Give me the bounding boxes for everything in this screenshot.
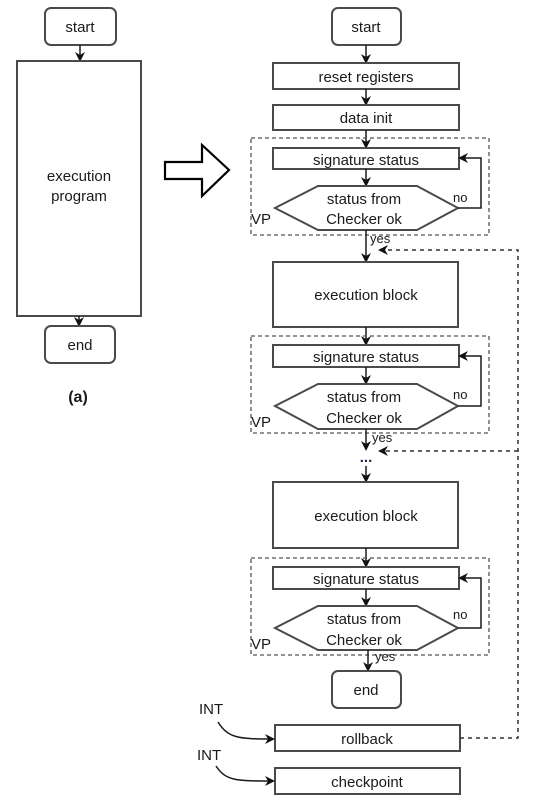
vp-group-3: signature status status from Checker ok … [250, 557, 490, 656]
decision-label-3a: status from [327, 611, 401, 628]
left-flowchart: start execution program end (a) [16, 7, 142, 406]
yes-label-1: yes [370, 231, 391, 246]
int-label-1: INT [199, 701, 223, 718]
reset-registers-label: reset registers [318, 69, 413, 86]
no-label-2: no [453, 387, 467, 402]
vp-label-1: VP [251, 211, 271, 228]
left-start-label: start [65, 19, 95, 36]
signature-status-label-2: signature status [313, 349, 419, 366]
int-label-2: INT [197, 747, 221, 764]
decision-label-2a: status from [327, 389, 401, 406]
yes-label-3: yes [375, 649, 396, 664]
int-arrow-rollback [217, 721, 275, 744]
right-end-label: end [353, 682, 378, 699]
execution-program-label-2: program [51, 188, 107, 205]
execution-program-label-1: execution [47, 168, 111, 185]
execution-block-label-1: execution block [314, 287, 418, 304]
data-init-label: data init [340, 110, 393, 127]
execution-block-label-2: execution block [314, 508, 418, 525]
checkpoint-label: checkpoint [331, 774, 404, 791]
caption-a: (a) [68, 389, 88, 406]
left-end-label: end [67, 337, 92, 354]
decision-label-2b: Checker ok [326, 410, 402, 427]
vp-group-1: signature status status from Checker ok … [250, 137, 490, 236]
int-arrow-checkpoint [215, 765, 275, 786]
vp-label-2: VP [251, 414, 271, 431]
decision-label-3b: Checker ok [326, 632, 402, 649]
flowchart-canvas: start execution program end (a) start re… [16, 7, 519, 795]
yes-label-2: yes [372, 430, 393, 445]
no-label-1: no [453, 190, 467, 205]
right-arrow-icon [163, 142, 231, 199]
vp-label-3: VP [251, 636, 271, 653]
vp-group-2: signature status status from Checker ok … [250, 335, 490, 434]
signature-status-label-1: signature status [313, 152, 419, 169]
decision-label-1a: status from [327, 191, 401, 208]
decision-label-1b: Checker ok [326, 211, 402, 228]
no-label-3: no [453, 607, 467, 622]
signature-status-label-3: signature status [313, 571, 419, 588]
rollback-label: rollback [341, 731, 393, 748]
right-start-label: start [351, 19, 381, 36]
ellipsis: ... [360, 449, 373, 466]
right-flowchart: start reset registers data init signatur… [197, 7, 519, 795]
